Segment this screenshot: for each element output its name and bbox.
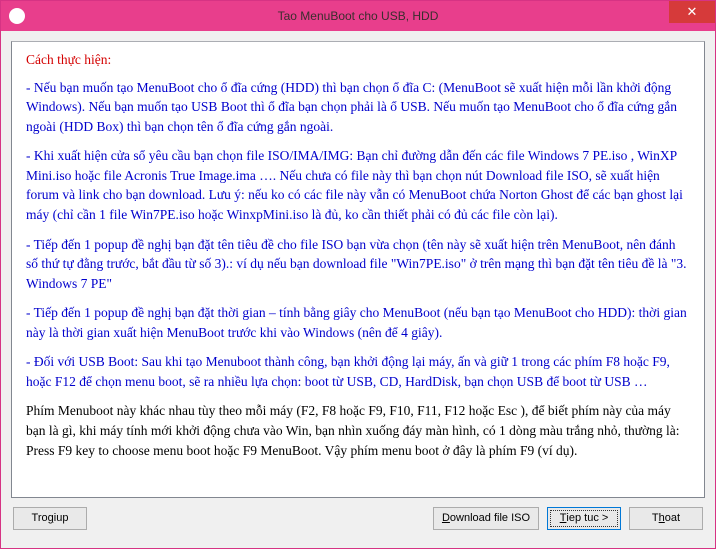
download-iso-button[interactable]: Download file ISO	[433, 507, 539, 530]
instruction-paragraph: Phím Menuboot này khác nhau tùy theo mỗi…	[26, 401, 690, 460]
titlebar[interactable]: Tao MenuBoot cho USB, HDD ✕	[1, 1, 715, 31]
app-icon	[9, 8, 25, 24]
instruction-paragraph: - Nếu bạn muốn tạo MenuBoot cho ổ đĩa cứ…	[26, 78, 690, 137]
dialog-body: Cách thực hiện: - Nếu bạn muốn tạo MenuB…	[1, 31, 715, 548]
close-button[interactable]: ✕	[669, 1, 715, 23]
exit-button[interactable]: Thoat	[629, 507, 703, 530]
instructions-panel[interactable]: Cách thực hiện: - Nếu bạn muốn tạo MenuB…	[11, 41, 705, 498]
dialog-window: Tao MenuBoot cho USB, HDD ✕ Cách thực hi…	[0, 0, 716, 549]
instruction-paragraph: - Khi xuất hiện cửa sổ yêu cầu bạn chọn …	[26, 146, 690, 224]
help-button[interactable]: Tro giup	[13, 507, 87, 530]
button-bar: Tro giup Download file ISO Tiep tuc > Th…	[11, 498, 705, 538]
close-icon: ✕	[687, 4, 698, 20]
window-title: Tao MenuBoot cho USB, HDD	[1, 9, 715, 23]
next-button[interactable]: Tiep tuc >	[547, 507, 621, 530]
instructions-heading: Cách thực hiện:	[26, 50, 690, 70]
instruction-paragraph: - Tiếp đến 1 popup đề nghị bạn đặt thời …	[26, 303, 690, 342]
instruction-paragraph: - Đối với USB Boot: Sau khi tạo Menuboot…	[26, 352, 690, 391]
instruction-paragraph: - Tiếp đến 1 popup đề nghị bạn đặt tên t…	[26, 235, 690, 294]
